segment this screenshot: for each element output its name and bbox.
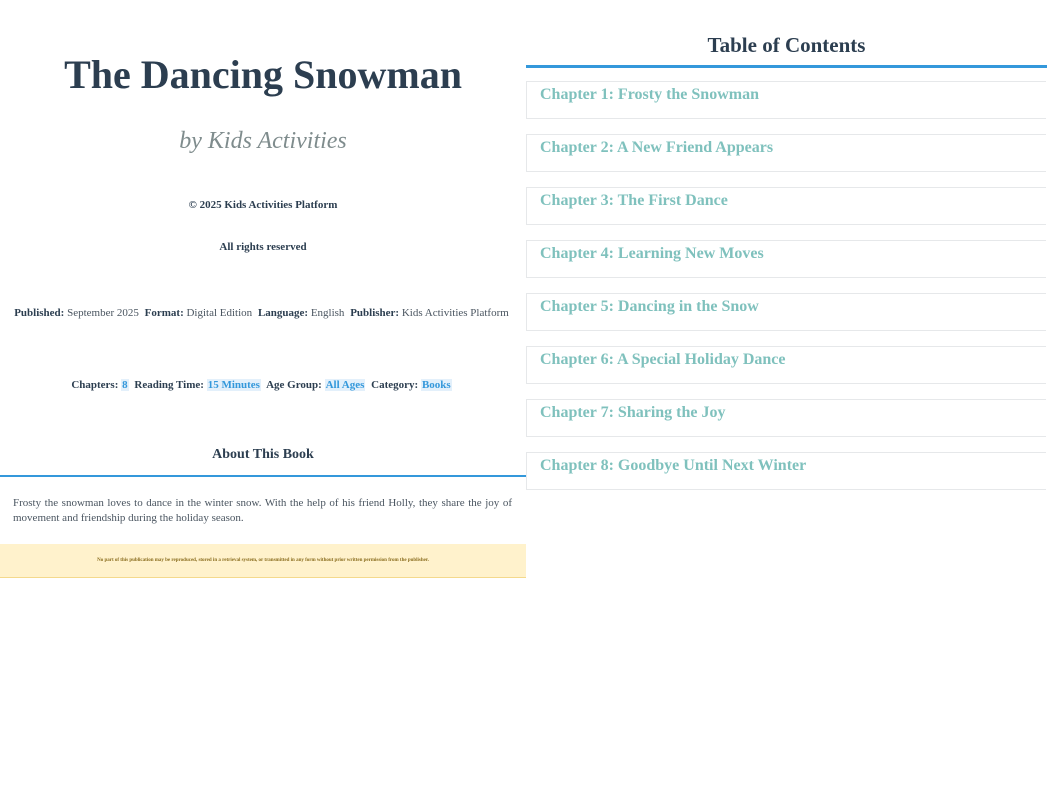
toc-item-label[interactable]: Chapter 4: Learning New Moves (540, 244, 764, 264)
copyright-notice: No part of this publication may be repro… (0, 544, 526, 578)
toc-item-chapter-5[interactable]: Chapter 5: Dancing in the Snow (526, 293, 1046, 331)
toc-item-chapter-1[interactable]: Chapter 1: Frosty the Snowman (526, 81, 1046, 119)
publisher-value: Kids Activities Platform (401, 307, 509, 319)
language-label: Language: (257, 307, 309, 319)
reading-time-label: Reading Time: (134, 379, 204, 391)
about-divider (0, 475, 526, 477)
age-group-label: Age Group: (266, 379, 322, 391)
chapters-label: Chapters: (71, 379, 119, 391)
format-label: Format: (144, 307, 184, 319)
about-heading: About This Book (212, 447, 314, 462)
book-stats: Chapters: 8 Reading Time: 15 Minutes Age… (0, 378, 526, 392)
published-label: Published: (14, 307, 65, 319)
toc-item-chapter-8[interactable]: Chapter 8: Goodbye Until Next Winter (526, 452, 1046, 490)
language-value: English (310, 307, 345, 319)
category-badge: Books (420, 379, 452, 391)
toc-item-label[interactable]: Chapter 2: A New Friend Appears (540, 138, 773, 158)
toc-title: Table of Contents (707, 33, 866, 57)
table-of-contents: Table of Contents Chapter 1: Frosty the … (526, 0, 1047, 806)
chapters-badge: 8 (121, 379, 129, 391)
reading-time-badge: 15 Minutes (206, 379, 261, 391)
toc-item-label[interactable]: Chapter 7: Sharing the Joy (540, 403, 726, 423)
toc-item-chapter-4[interactable]: Chapter 4: Learning New Moves (526, 240, 1046, 278)
rights-line: All rights reserved (219, 241, 307, 253)
publication-details: Published: September 2025 Format: Digita… (0, 306, 526, 320)
publisher-label: Publisher: (350, 307, 400, 319)
published-value: September 2025 (67, 307, 139, 319)
toc-item-label[interactable]: Chapter 8: Goodbye Until Next Winter (540, 456, 806, 476)
toc-item-label[interactable]: Chapter 5: Dancing in the Snow (540, 297, 759, 317)
toc-item-chapter-3[interactable]: Chapter 3: The First Dance (526, 187, 1046, 225)
copyright-notice-text: No part of this publication may be repro… (97, 558, 429, 563)
toc-divider (526, 65, 1047, 68)
toc-item-label[interactable]: Chapter 1: Frosty the Snowman (540, 85, 759, 105)
toc-item-chapter-6[interactable]: Chapter 6: A Special Holiday Dance (526, 346, 1046, 384)
toc-item-label[interactable]: Chapter 3: The First Dance (540, 191, 728, 211)
book-author: by Kids Activities (179, 128, 347, 154)
toc-item-chapter-2[interactable]: Chapter 2: A New Friend Appears (526, 134, 1046, 172)
title-page: The Dancing Snowman by Kids Activities ©… (0, 0, 526, 806)
format-value: Digital Edition (186, 307, 253, 319)
age-group-badge: All Ages (324, 379, 366, 391)
toc-item-chapter-7[interactable]: Chapter 7: Sharing the Joy (526, 399, 1046, 437)
about-text: Frosty the snowman loves to dance in the… (13, 497, 512, 524)
category-label: Category: (371, 379, 419, 391)
book-title: The Dancing Snowman (64, 52, 462, 97)
toc-item-label[interactable]: Chapter 6: A Special Holiday Dance (540, 350, 786, 370)
copyright-line: © 2025 Kids Activities Platform (188, 199, 338, 211)
